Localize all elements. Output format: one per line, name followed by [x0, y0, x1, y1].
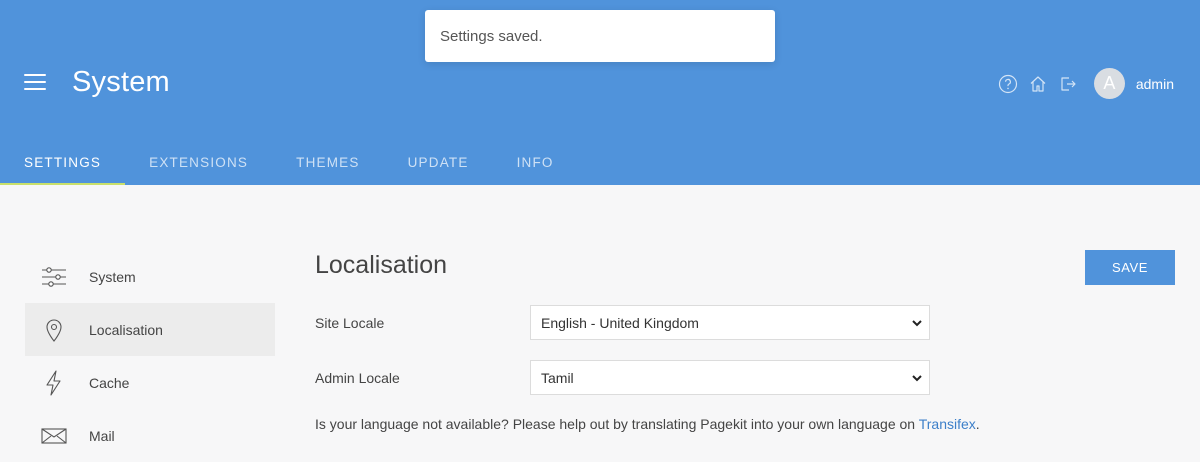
- sidebar-item-system[interactable]: System: [25, 250, 275, 303]
- site-locale-select[interactable]: English - United Kingdom: [530, 305, 930, 340]
- home-icon[interactable]: [1028, 74, 1048, 94]
- help-text: Is your language not available? Please h…: [315, 416, 980, 432]
- site-locale-label: Site Locale: [315, 314, 385, 331]
- site-locale-value: English - United Kingdom: [541, 314, 699, 331]
- page-title: System: [72, 66, 170, 98]
- tab-update[interactable]: Update: [384, 140, 493, 185]
- admin-locale-value: Tamil: [541, 369, 574, 386]
- help-text-body: Is your language not available? Please h…: [315, 416, 919, 432]
- sidebar: System Localisation Cache Mail: [25, 250, 275, 462]
- username[interactable]: admin: [1136, 76, 1174, 92]
- admin-locale-select[interactable]: Tamil: [530, 360, 930, 395]
- sidebar-item-localisation[interactable]: Localisation: [25, 303, 275, 356]
- transifex-link[interactable]: Transifex: [919, 416, 976, 432]
- sidebar-item-cache[interactable]: Cache: [25, 356, 275, 409]
- tab-themes[interactable]: Themes: [272, 140, 383, 185]
- save-button[interactable]: Save: [1085, 250, 1175, 285]
- notification-toast: Settings saved.: [425, 10, 775, 62]
- admin-locale-label: Admin Locale: [315, 369, 400, 386]
- section-title: Localisation: [315, 251, 448, 279]
- tab-info[interactable]: Info: [493, 140, 578, 185]
- sidebar-item-label: Cache: [89, 374, 130, 391]
- sidebar-item-label: Mail: [89, 427, 115, 444]
- sidebar-item-label: System: [89, 268, 136, 285]
- sidebar-item-label: Localisation: [89, 321, 163, 338]
- help-icon[interactable]: [998, 74, 1018, 94]
- logout-icon[interactable]: [1058, 74, 1078, 94]
- sidebar-item-mail[interactable]: Mail: [25, 409, 275, 462]
- main-content: Localisation Save Site Locale English - …: [315, 250, 1175, 432]
- help-text-suffix: .: [975, 416, 980, 432]
- map-pin-icon: [41, 317, 67, 343]
- tab-bar: Settings Extensions Themes Update Info: [0, 140, 578, 185]
- mail-icon: [41, 423, 67, 449]
- admin-locale-row: Admin Locale Tamil: [315, 360, 930, 395]
- avatar[interactable]: A: [1093, 68, 1125, 99]
- menu-icon[interactable]: [24, 74, 46, 92]
- chevron-down-icon: [912, 320, 922, 327]
- site-locale-row: Site Locale English - United Kingdom: [315, 305, 930, 340]
- tab-extensions[interactable]: Extensions: [125, 140, 272, 185]
- chevron-down-icon: [912, 375, 922, 382]
- sliders-icon: [41, 264, 67, 290]
- header-actions: A admin: [988, 68, 1174, 99]
- lightning-icon: [41, 369, 67, 396]
- tab-settings[interactable]: Settings: [0, 140, 126, 185]
